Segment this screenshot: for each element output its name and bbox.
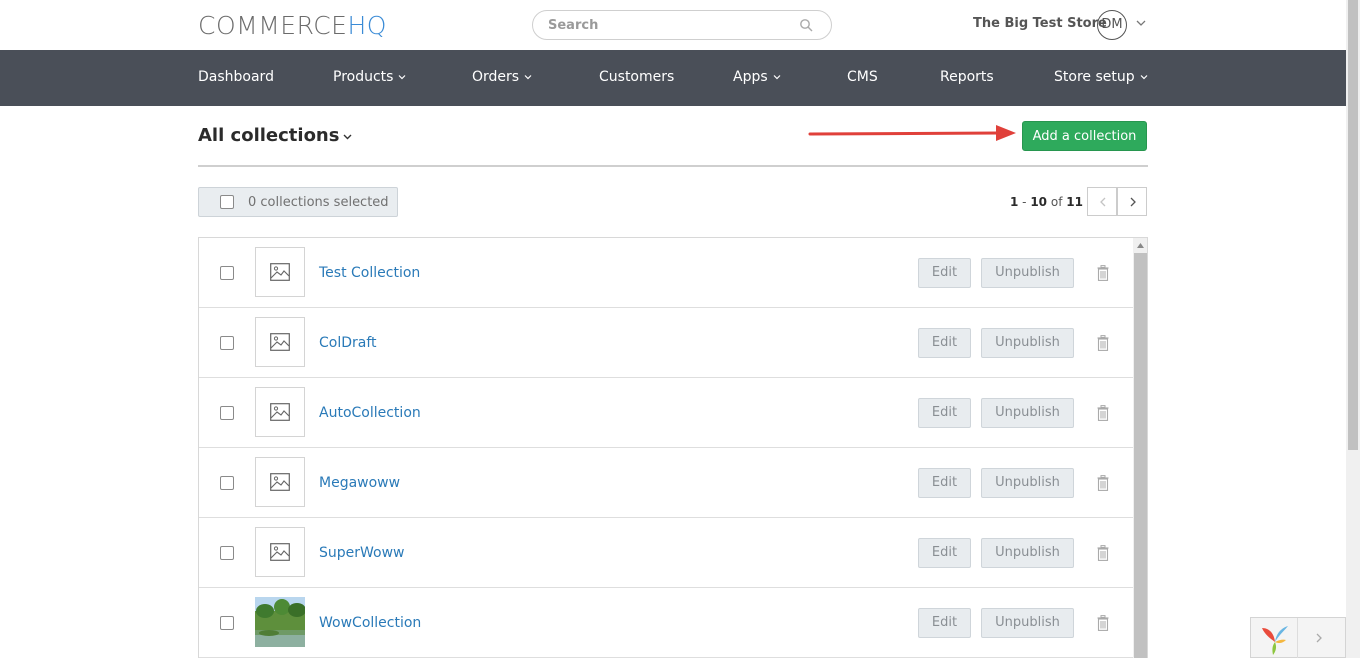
list-item: Megawoww Edit Unpublish: [199, 448, 1133, 518]
chevron-down-icon: [1140, 75, 1148, 80]
unpublish-button[interactable]: Unpublish: [981, 328, 1074, 358]
edit-button[interactable]: Edit: [918, 468, 971, 498]
list-item: ColDraft Edit Unpublish: [199, 308, 1133, 378]
unpublish-button[interactable]: Unpublish: [981, 468, 1074, 498]
trash-icon[interactable]: [1097, 615, 1109, 631]
edit-button[interactable]: Edit: [918, 608, 971, 638]
collection-name-link[interactable]: Megawoww: [319, 475, 400, 491]
edit-button[interactable]: Edit: [918, 328, 971, 358]
collection-thumbnail[interactable]: [255, 527, 305, 577]
selected-count-label: 0 collections selected: [248, 195, 389, 210]
nav-item-apps[interactable]: Apps: [733, 69, 782, 85]
placeholder-image-icon: [270, 473, 290, 491]
unpublish-button[interactable]: Unpublish: [981, 398, 1074, 428]
prev-page-button[interactable]: [1087, 187, 1117, 216]
nav-item-customers[interactable]: Customers: [599, 69, 674, 85]
next-page-button[interactable]: [1117, 187, 1147, 216]
row-checkbox[interactable]: [220, 476, 234, 490]
nav-item-dashboard[interactable]: Dashboard: [198, 69, 274, 85]
nav-item-reports[interactable]: Reports: [940, 69, 994, 85]
nav-item-store-setup[interactable]: Store setup: [1054, 69, 1149, 85]
edit-button[interactable]: Edit: [918, 538, 971, 568]
collection-thumbnail[interactable]: [255, 317, 305, 367]
collections-list: Test Collection Edit Unpublish ColDraft …: [198, 237, 1148, 658]
page-scrollbar-thumb[interactable]: [1348, 0, 1358, 450]
trash-icon[interactable]: [1097, 545, 1109, 561]
pagination-summary: 1 - 10 of 11: [1010, 195, 1083, 209]
chevron-down-icon: [524, 75, 532, 80]
search-icon[interactable]: [799, 18, 813, 32]
debug-toolbar-widget[interactable]: [1250, 617, 1346, 658]
scroll-up-icon[interactable]: [1136, 242, 1145, 249]
edit-button[interactable]: Edit: [918, 258, 971, 288]
nav-item-orders[interactable]: Orders: [472, 69, 533, 85]
search-input[interactable]: [548, 16, 788, 34]
row-checkbox[interactable]: [220, 616, 234, 630]
unpublish-button[interactable]: Unpublish: [981, 608, 1074, 638]
store-name[interactable]: The Big Test Store: [973, 16, 1107, 31]
annotation-arrow-icon: [808, 125, 1016, 141]
chevron-down-icon: [773, 75, 781, 80]
placeholder-image-icon: [270, 543, 290, 561]
list-item: AutoCollection Edit Unpublish: [199, 378, 1133, 448]
top-bar: COMMERCEHQ The Big Test Store DM: [0, 0, 1346, 50]
unpublish-button[interactable]: Unpublish: [981, 538, 1074, 568]
list-item: SuperWoww Edit Unpublish: [199, 518, 1133, 588]
collection-name-link[interactable]: Test Collection: [319, 265, 420, 281]
commercehq-logo[interactable]: COMMERCEHQ: [198, 11, 387, 40]
widget-divider: [1297, 618, 1298, 658]
list-scrollbar[interactable]: [1133, 238, 1147, 658]
collection-name-link[interactable]: WowCollection: [319, 615, 421, 631]
select-all-checkbox[interactable]: [220, 195, 234, 209]
row-checkbox[interactable]: [220, 336, 234, 350]
list-item: WowCollection Edit Unpublish: [199, 588, 1133, 658]
chevron-down-icon: [343, 134, 352, 139]
page-scrollbar[interactable]: [1346, 0, 1360, 658]
trash-icon[interactable]: [1097, 405, 1109, 421]
edit-button[interactable]: Edit: [918, 398, 971, 428]
list-scrollbar-thumb[interactable]: [1134, 253, 1147, 658]
main-nav: Dashboard Products Orders Customers Apps…: [0, 50, 1346, 106]
row-checkbox[interactable]: [220, 406, 234, 420]
bulk-select-box[interactable]: 0 collections selected: [198, 187, 398, 217]
avatar[interactable]: DM: [1097, 10, 1127, 40]
placeholder-image-icon: [270, 263, 290, 281]
search-box[interactable]: [532, 10, 832, 40]
chevron-left-icon: [1100, 197, 1106, 207]
nav-item-cms[interactable]: CMS: [847, 69, 878, 85]
trash-icon[interactable]: [1097, 335, 1109, 351]
nav-item-products[interactable]: Products: [333, 69, 407, 85]
chevron-right-icon[interactable]: [1314, 632, 1324, 644]
collection-thumbnail[interactable]: [255, 247, 305, 297]
list-item: Test Collection Edit Unpublish: [199, 238, 1133, 308]
collection-thumbnail[interactable]: [255, 597, 305, 647]
page-title[interactable]: All collections: [198, 125, 353, 146]
unpublish-button[interactable]: Unpublish: [981, 258, 1074, 288]
chevron-down-icon[interactable]: [1135, 17, 1147, 29]
add-collection-button[interactable]: Add a collection: [1022, 121, 1147, 151]
row-checkbox[interactable]: [220, 266, 234, 280]
trash-icon[interactable]: [1097, 265, 1109, 281]
row-checkbox[interactable]: [220, 546, 234, 560]
collection-name-link[interactable]: AutoCollection: [319, 405, 421, 421]
collection-name-link[interactable]: ColDraft: [319, 335, 377, 351]
yii-logo-icon: [1262, 626, 1288, 655]
collection-thumbnail[interactable]: [255, 457, 305, 507]
divider: [198, 165, 1148, 167]
chevron-right-icon: [1130, 197, 1136, 207]
collection-thumbnail[interactable]: [255, 387, 305, 437]
chevron-down-icon: [399, 75, 406, 80]
photo-thumbnail: [255, 597, 305, 647]
collection-name-link[interactable]: SuperWoww: [319, 545, 405, 561]
placeholder-image-icon: [270, 403, 290, 421]
trash-icon[interactable]: [1097, 475, 1109, 491]
placeholder-image-icon: [270, 333, 290, 351]
